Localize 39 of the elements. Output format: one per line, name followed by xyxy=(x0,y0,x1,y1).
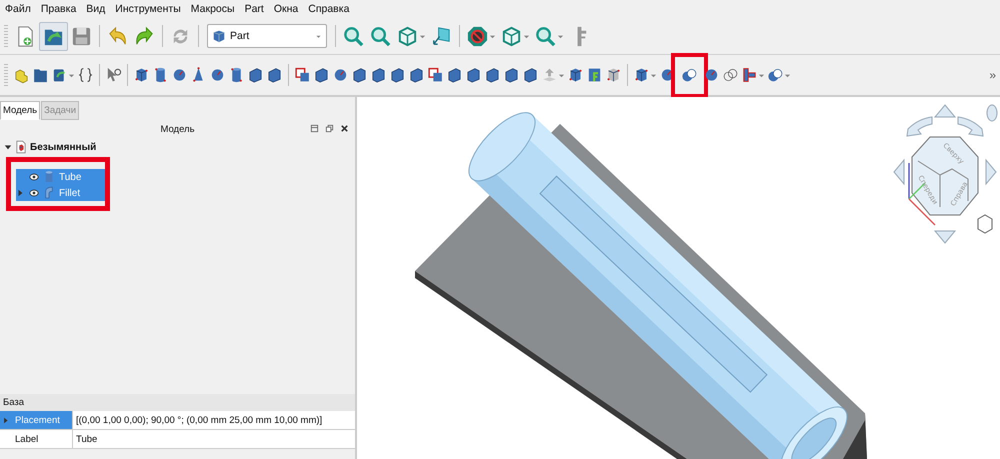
menu-item[interactable]: Part xyxy=(244,3,264,15)
float-icon[interactable] xyxy=(325,124,334,133)
menu-item[interactable]: Макросы xyxy=(190,3,235,15)
eye-icon[interactable] xyxy=(29,172,39,182)
menu-item[interactable]: Окна xyxy=(274,3,298,15)
menu-item[interactable]: Инструменты xyxy=(115,3,181,15)
cylinder-icon[interactable] xyxy=(152,65,169,85)
menu-item[interactable]: Файл xyxy=(5,3,31,15)
expand-arrow-icon[interactable] xyxy=(4,143,12,151)
menu-item[interactable]: Вид xyxy=(86,3,106,15)
panel-title: Модель xyxy=(160,124,195,135)
box-select-icon[interactable] xyxy=(500,24,523,48)
no-entry-icon[interactable] xyxy=(466,24,489,48)
property-name[interactable]: Label xyxy=(0,430,73,448)
cylinder-icon xyxy=(44,170,54,184)
axes-icon xyxy=(908,163,936,226)
zoom-selection-icon[interactable] xyxy=(369,24,392,48)
workbench-dropdown[interactable]: Part xyxy=(207,24,327,48)
property-group-header: База xyxy=(0,394,355,411)
panel-tab[interactable]: Модель xyxy=(0,101,40,120)
property-value[interactable]: [(0,00 1,00 0,00); 90,00 °; (0,00 mm 25,00 mm 10,00 mm)] xyxy=(73,411,355,429)
zoom-fit-icon[interactable] xyxy=(342,24,365,48)
dock-icon[interactable] xyxy=(310,124,319,133)
close-icon[interactable] xyxy=(340,124,349,133)
tree-item[interactable]: Безымянный xyxy=(30,142,96,152)
zoom-icon[interactable] xyxy=(534,24,557,48)
eye-icon[interactable] xyxy=(29,188,39,198)
small-cube-icon[interactable] xyxy=(978,214,992,234)
view-cube-icon[interactable] xyxy=(396,24,419,48)
property-value[interactable]: Tube xyxy=(73,430,355,448)
braces-icon[interactable] xyxy=(77,65,94,85)
curved-shape-icon xyxy=(44,186,54,200)
menu-item[interactable]: Правка xyxy=(40,3,76,15)
join-icon[interactable] xyxy=(741,65,758,85)
menu-item[interactable]: Справка xyxy=(308,3,350,15)
document-icon xyxy=(16,140,26,154)
cube-icon xyxy=(212,29,226,43)
tube-icon[interactable] xyxy=(228,65,245,85)
toolbar-overflow-button[interactable]: » xyxy=(989,68,996,82)
